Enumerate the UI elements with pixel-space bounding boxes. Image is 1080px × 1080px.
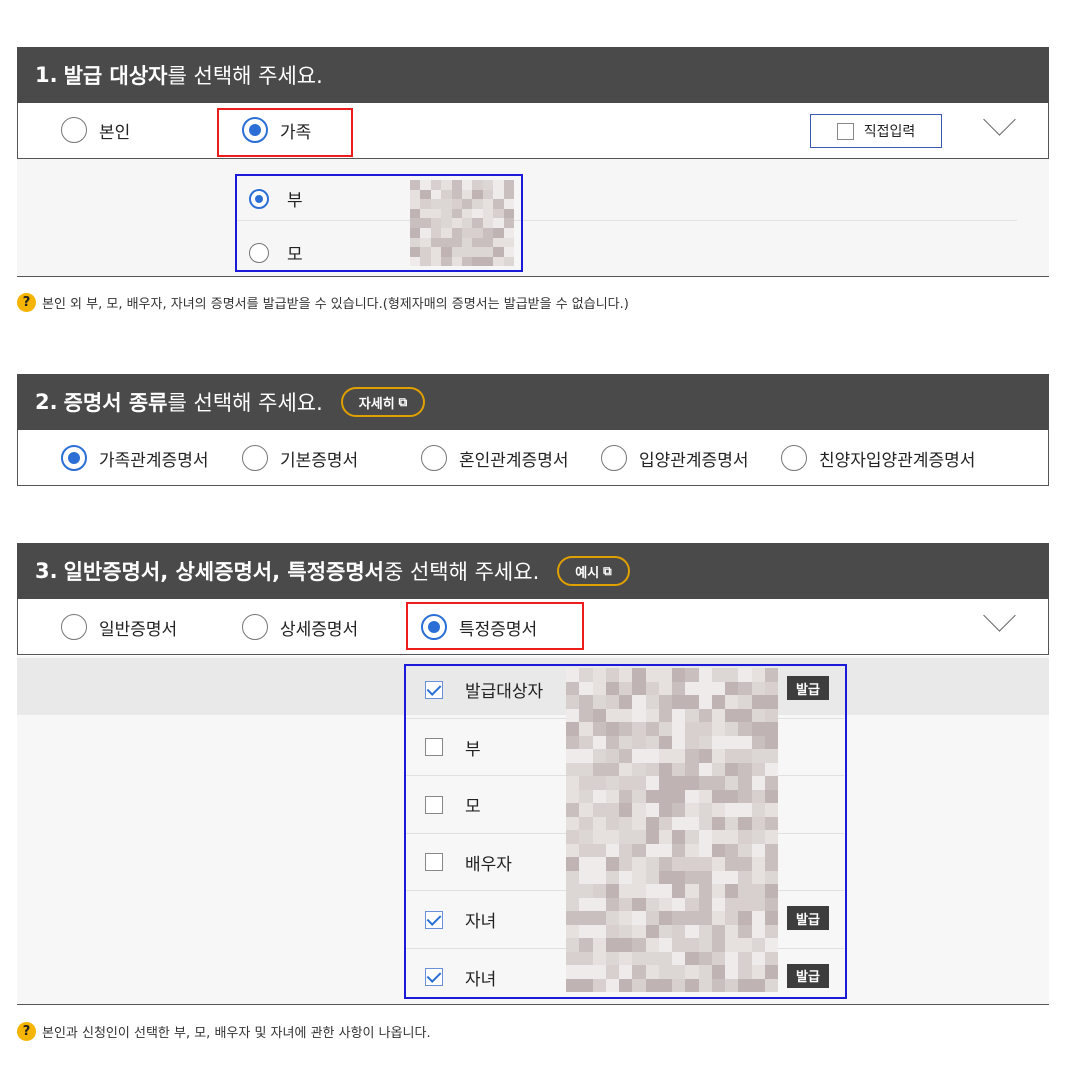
radio-label: 일반증명서: [99, 619, 178, 640]
radio-full-adoption-cert[interactable]: 친양자입양관계증명서: [781, 445, 975, 471]
radio-general-cert[interactable]: 일반증명서: [61, 614, 177, 640]
section3-help-text: 본인과 신청인이 선택한 부, 모, 배우자 및 자녀에 관한 사항이 나옵니다…: [42, 1026, 431, 1041]
radio-icon: [601, 445, 627, 471]
radio-basic-cert[interactable]: 기본증명서: [242, 445, 358, 471]
direct-input-label: 직접입력: [863, 124, 916, 140]
help-icon: ?: [17, 293, 36, 312]
section1-title-bold: 발급 대상자: [63, 64, 168, 88]
highlight-persons: [404, 664, 847, 999]
section3-title-bold: 일반증명서, 상세증명서, 특정증명서: [63, 560, 384, 584]
detail-button[interactable]: 자세히 ⧉: [340, 387, 426, 417]
radio-self-label: 본인: [99, 122, 131, 143]
checkbox-icon: [836, 122, 854, 140]
section3-header: 3. 일반증명서, 상세증명서, 특정증명서 중 선택해 주세요. 예시 ⧉: [17, 543, 1049, 599]
section3-num: 3.: [35, 559, 58, 583]
family-subpanel: [17, 159, 1049, 277]
radio-icon: [61, 445, 87, 471]
radio-icon: [242, 445, 268, 471]
section3-help: ? 본인과 신청인이 선택한 부, 모, 배우자 및 자녀에 관한 사항이 나옵…: [17, 1022, 431, 1041]
external-link-icon: ⧉: [603, 563, 612, 578]
radio-adoption-cert[interactable]: 입양관계증명서: [601, 445, 748, 471]
external-link-icon: ⧉: [398, 394, 408, 409]
section2-title-rest: 를 선택해 주세요.: [167, 391, 323, 415]
highlight-family-members: [235, 174, 523, 272]
radio-label: 상세증명서: [280, 619, 359, 640]
section1-title-rest: 를 선택해 주세요.: [167, 64, 323, 88]
radio-detailed-cert[interactable]: 상세증명서: [242, 614, 358, 640]
radio-label: 혼인관계증명서: [459, 450, 569, 471]
radio-icon: [781, 445, 807, 471]
section1-header: 1. 발급 대상자 를 선택해 주세요.: [17, 47, 1049, 103]
section1-help: ? 본인 외 부, 모, 배우자, 자녀의 증명서를 발급받을 수 있습니다.(…: [17, 293, 629, 312]
radio-icon: [61, 614, 87, 640]
section3-title-rest: 중 선택해 주세요.: [383, 560, 540, 584]
highlight-family: [217, 108, 353, 157]
section1-help-text: 본인 외 부, 모, 배우자, 자녀의 증명서를 발급받을 수 있습니다.(형제…: [42, 297, 629, 312]
section2-header: 2. 증명서 종류 를 선택해 주세요. 자세히 ⧉: [17, 374, 1049, 430]
direct-input-button[interactable]: 직접입력: [810, 114, 942, 148]
radio-label: 친양자입양관계증명서: [819, 450, 976, 471]
radio-label: 기본증명서: [280, 450, 359, 471]
radio-icon: [242, 614, 268, 640]
radio-marriage-cert[interactable]: 혼인관계증명서: [421, 445, 568, 471]
radio-self[interactable]: 본인: [61, 117, 130, 143]
radio-label: 입양관계증명서: [639, 450, 749, 471]
example-button[interactable]: 예시 ⧉: [557, 556, 630, 586]
detail-button-label: 자세히: [358, 396, 395, 412]
radio-icon: [61, 117, 87, 143]
radio-icon: [421, 445, 447, 471]
help-icon: ?: [17, 1022, 36, 1041]
section2-title-bold: 증명서 종류: [63, 391, 168, 415]
section2-num: 2.: [35, 390, 58, 414]
radio-family-relation-cert[interactable]: 가족관계증명서: [61, 445, 208, 471]
example-button-label: 예시: [575, 565, 600, 581]
radio-label: 가족관계증명서: [99, 450, 209, 471]
highlight-specific-cert: [406, 602, 584, 650]
section1-num: 1.: [35, 63, 58, 87]
